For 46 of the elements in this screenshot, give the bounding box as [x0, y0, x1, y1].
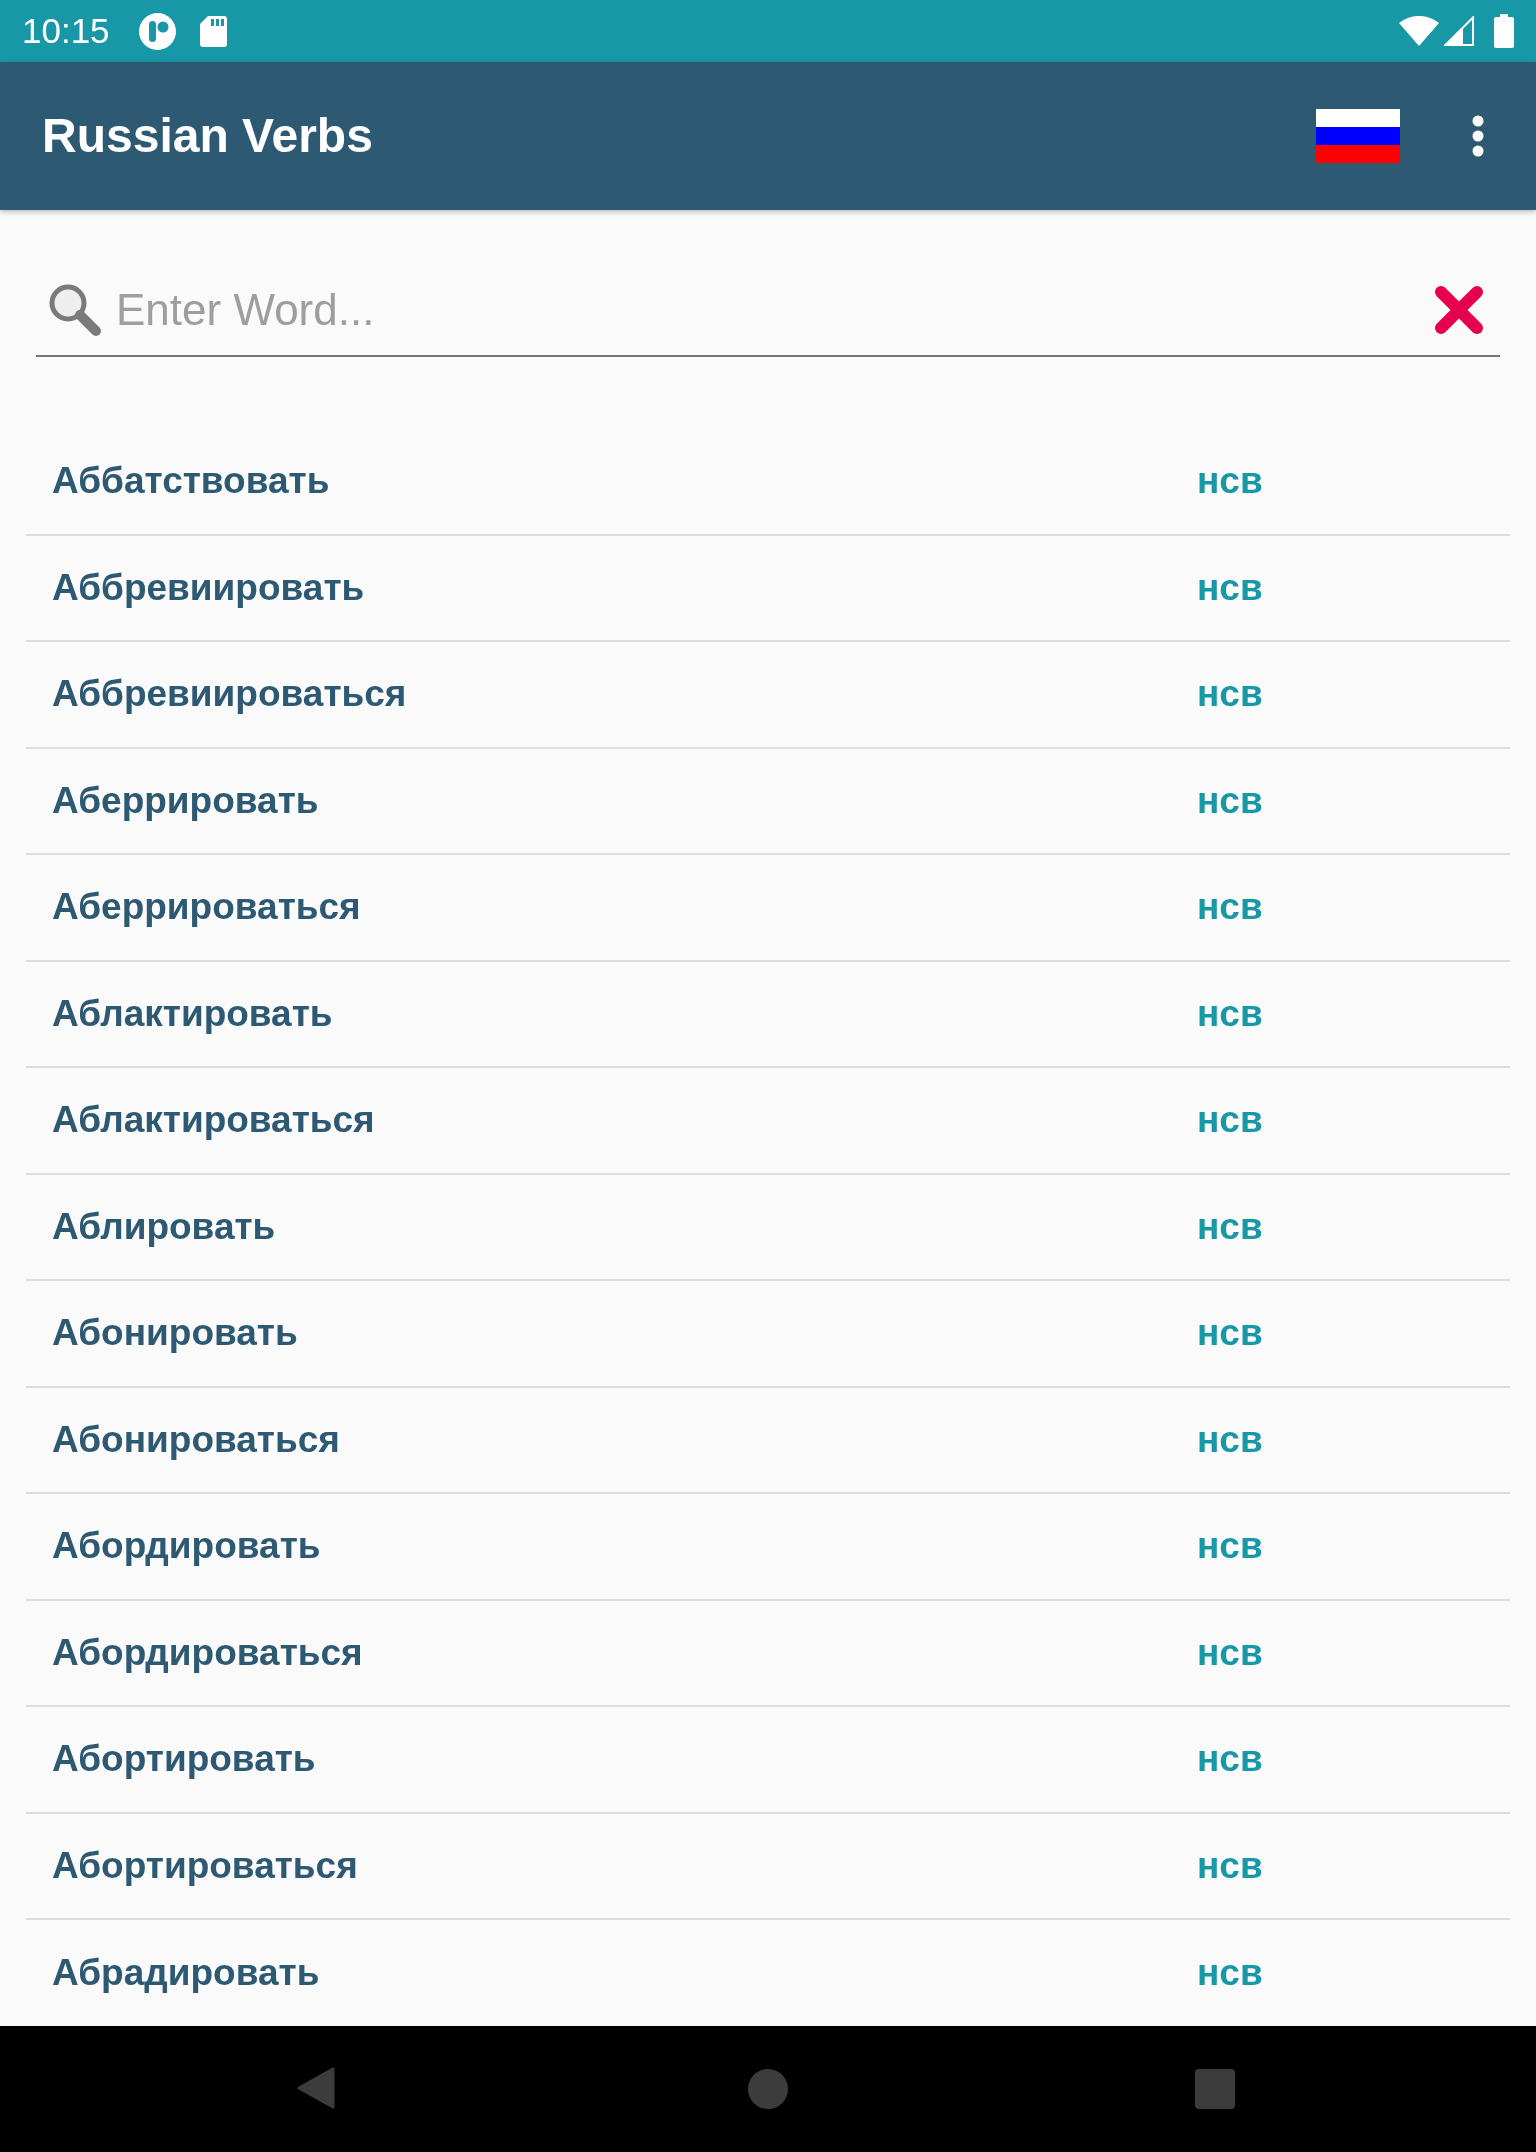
verb-name[interactable]: Абонировать: [52, 1311, 298, 1356]
aspect-label: нсв: [1197, 1951, 1263, 1996]
home-icon: [748, 2069, 788, 2109]
verb-name[interactable]: Аббревиироваться: [52, 672, 407, 717]
aspect-label: нсв: [1197, 459, 1263, 504]
verb-name[interactable]: Абрадировать: [52, 1951, 320, 1996]
sd-card-icon: [199, 15, 227, 47]
aspect-label: нсв: [1197, 1204, 1263, 1249]
verb-name[interactable]: Аблактироваться: [52, 1098, 375, 1143]
aspect-label: нсв: [1197, 991, 1263, 1036]
aspect-label: нсв: [1197, 1737, 1263, 1782]
app-title: Russian Verbs: [42, 108, 373, 164]
recents-icon: [1195, 2069, 1235, 2109]
aspect-label: нсв: [1197, 1311, 1263, 1356]
flag-icon: [1316, 109, 1400, 163]
verb-name[interactable]: Аберрироваться: [52, 885, 361, 930]
close-icon: [1433, 284, 1485, 336]
verb-name[interactable]: Аберрировать: [52, 778, 319, 823]
notification-icon: [138, 12, 176, 50]
search-field[interactable]: Enter Word...: [116, 280, 1413, 340]
aspect-label: нсв: [1197, 885, 1263, 930]
signal-icon: [1444, 16, 1474, 46]
aspect-label: нсв: [1197, 672, 1263, 717]
verb-name[interactable]: Аббревиировать: [52, 565, 365, 610]
verb-name[interactable]: Аблактировать: [52, 991, 333, 1036]
clear-button[interactable]: [1433, 284, 1485, 336]
verb-name[interactable]: Аблировать: [52, 1204, 276, 1249]
aspect-label: нсв: [1197, 1524, 1263, 1569]
battery-icon: [1494, 14, 1514, 48]
verb-name[interactable]: Абордировать: [52, 1524, 321, 1569]
wifi-icon: [1399, 16, 1439, 46]
verb-name[interactable]: Абордироваться: [52, 1630, 363, 1675]
menu-icon: [1472, 115, 1484, 157]
aspect-label: нсв: [1197, 565, 1263, 610]
verb-name[interactable]: Абортировать: [52, 1737, 316, 1782]
verb-name[interactable]: Абортироваться: [52, 1843, 358, 1888]
aspect-label: нсв: [1197, 778, 1263, 823]
aspect-label: нсв: [1197, 1630, 1263, 1675]
aspect-label: нсв: [1197, 1843, 1263, 1888]
back-icon: [297, 2067, 335, 2109]
verb-name[interactable]: Аббатствовать: [52, 459, 330, 504]
status-time: 10:15: [22, 11, 110, 51]
verb-name[interactable]: Абонироваться: [52, 1417, 340, 1462]
flag-button[interactable]: [1316, 109, 1400, 163]
aspect-label: нсв: [1197, 1098, 1263, 1143]
aspect-label: нсв: [1197, 1417, 1263, 1462]
